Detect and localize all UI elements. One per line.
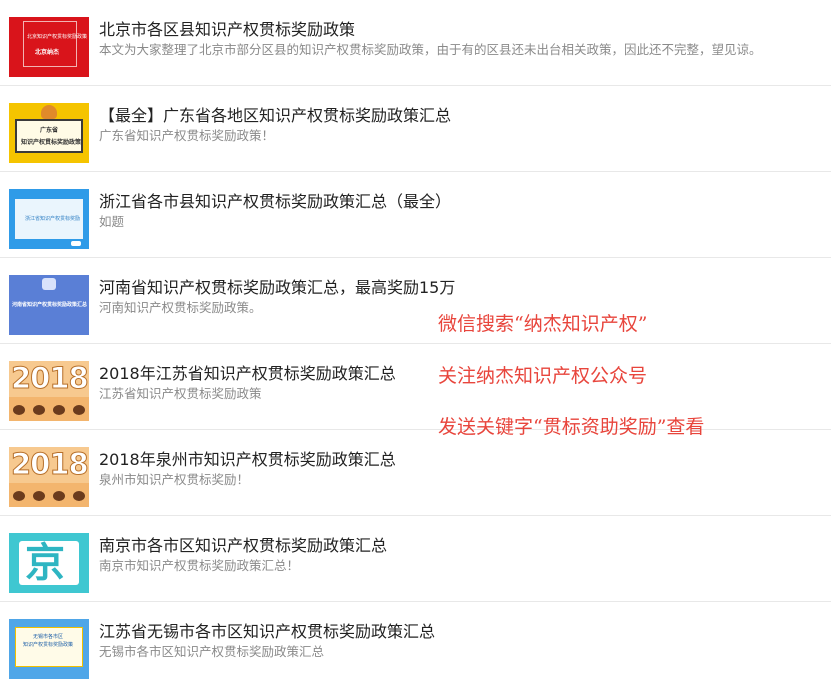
article-description: 无锡市各市区知识产权贯标奖励政策汇总 — [99, 644, 325, 659]
article-thumbnail[interactable]: 2018 — [9, 361, 89, 421]
paw-icon — [13, 405, 25, 415]
thumbnail-caption: 北京纳杰 — [35, 49, 60, 56]
thumbnail-caption: 浙江省知识产权贯标奖励 — [25, 216, 81, 222]
list-item[interactable]: 广东省 知识产权贯标奖励政策 【最全】广东省各地区知识产权贯标奖励政策汇总 广东… — [0, 86, 831, 172]
article-title[interactable]: 2018年江苏省知识产权贯标奖励政策汇总 — [99, 363, 396, 385]
list-item[interactable]: 浙江省知识产权贯标奖励 浙江省各市县知识产权贯标奖励政策汇总（最全） 如题 — [0, 172, 831, 258]
article-description: 江苏省知识产权贯标奖励政策 — [99, 386, 262, 401]
list-item[interactable]: 无锡市各市区 知识产权贯标奖励政策 江苏省无锡市各市区知识产权贯标奖励政策汇总 … — [0, 602, 831, 688]
thumbnail-caption: 广东省 — [40, 127, 59, 134]
list-item[interactable]: 2018 2018年泉州市知识产权贯标奖励政策汇总 泉州市知识产权贯标奖励！ — [0, 430, 831, 516]
thumbnail-caption: 知识产权贯标奖励政策 — [21, 139, 82, 146]
article-thumbnail[interactable]: 北京知识产权贯标奖励政策 北京纳杰 — [9, 17, 89, 77]
dog-icon — [41, 105, 57, 119]
paw-icon — [33, 491, 45, 501]
article-description: 广东省知识产权贯标奖励政策！ — [99, 128, 275, 143]
paw-icon — [73, 491, 85, 501]
paw-icon — [13, 491, 25, 501]
thumbnail-caption: 北京知识产权贯标奖励政策 — [27, 34, 88, 40]
paw-icon — [33, 405, 45, 415]
article-thumbnail[interactable]: 2018 — [9, 447, 89, 507]
robot-icon — [42, 278, 56, 290]
thumbnail-caption: 京 — [25, 540, 65, 586]
article-thumbnail[interactable]: 广东省 知识产权贯标奖励政策 — [9, 103, 89, 163]
logo-icon — [71, 241, 81, 246]
article-description: 如题 — [99, 214, 125, 229]
list-item[interactable]: 北京知识产权贯标奖励政策 北京纳杰 北京市各区县知识产权贯标奖励政策 本文为大家… — [0, 0, 831, 86]
article-description: 本文为大家整理了北京市部分区县的知识产权贯标奖励政策，由于有的区县还未出台相关政… — [99, 42, 762, 57]
promo-line-keyword: 发送关键字“贯标资助奖励”查看 — [438, 416, 705, 438]
paw-icon — [53, 405, 65, 415]
article-title[interactable]: 北京市各区县知识产权贯标奖励政策 — [99, 19, 355, 41]
article-thumbnail[interactable]: 无锡市各市区 知识产权贯标奖励政策 — [9, 619, 89, 679]
paw-icon — [53, 491, 65, 501]
promo-line-follow: 关注纳杰知识产权公众号 — [438, 365, 648, 387]
list-item[interactable]: 2018 2018年江苏省知识产权贯标奖励政策汇总 江苏省知识产权贯标奖励政策 — [0, 344, 831, 430]
thumbnail-caption: 河南省知识产权贯标奖励政策汇总 — [12, 302, 88, 308]
thumbnail-caption: 知识产权贯标奖励政策 — [23, 642, 74, 648]
list-item[interactable]: 京 南京市各市区知识产权贯标奖励政策汇总 南京市知识产权贯标奖励政策汇总！ — [0, 516, 831, 602]
article-title[interactable]: 【最全】广东省各地区知识产权贯标奖励政策汇总 — [99, 105, 451, 127]
article-title[interactable]: 2018年泉州市知识产权贯标奖励政策汇总 — [99, 449, 396, 471]
thumbnail-caption: 2018 — [11, 361, 89, 396]
thumbnail-caption: 2018 — [11, 447, 89, 482]
article-title[interactable]: 江苏省无锡市各市区知识产权贯标奖励政策汇总 — [99, 621, 435, 643]
article-title[interactable]: 浙江省各市县知识产权贯标奖励政策汇总（最全） — [99, 191, 451, 213]
promo-line-search: 微信搜索“纳杰知识产权” — [438, 313, 648, 335]
article-description: 泉州市知识产权贯标奖励！ — [99, 472, 250, 487]
paw-icon — [73, 405, 85, 415]
article-thumbnail[interactable]: 京 — [9, 533, 89, 593]
article-title[interactable]: 河南省知识产权贯标奖励政策汇总，最高奖励15万 — [99, 277, 455, 299]
article-description: 南京市知识产权贯标奖励政策汇总！ — [99, 558, 300, 573]
article-thumbnail[interactable]: 河南省知识产权贯标奖励政策汇总 — [9, 275, 89, 335]
list-item[interactable]: 河南省知识产权贯标奖励政策汇总 河南省知识产权贯标奖励政策汇总，最高奖励15万 … — [0, 258, 831, 344]
thumbnail-caption: 无锡市各市区 — [33, 634, 64, 640]
article-description: 河南知识产权贯标奖励政策。 — [99, 300, 262, 315]
article-title[interactable]: 南京市各市区知识产权贯标奖励政策汇总 — [99, 535, 387, 557]
article-thumbnail[interactable]: 浙江省知识产权贯标奖励 — [9, 189, 89, 249]
